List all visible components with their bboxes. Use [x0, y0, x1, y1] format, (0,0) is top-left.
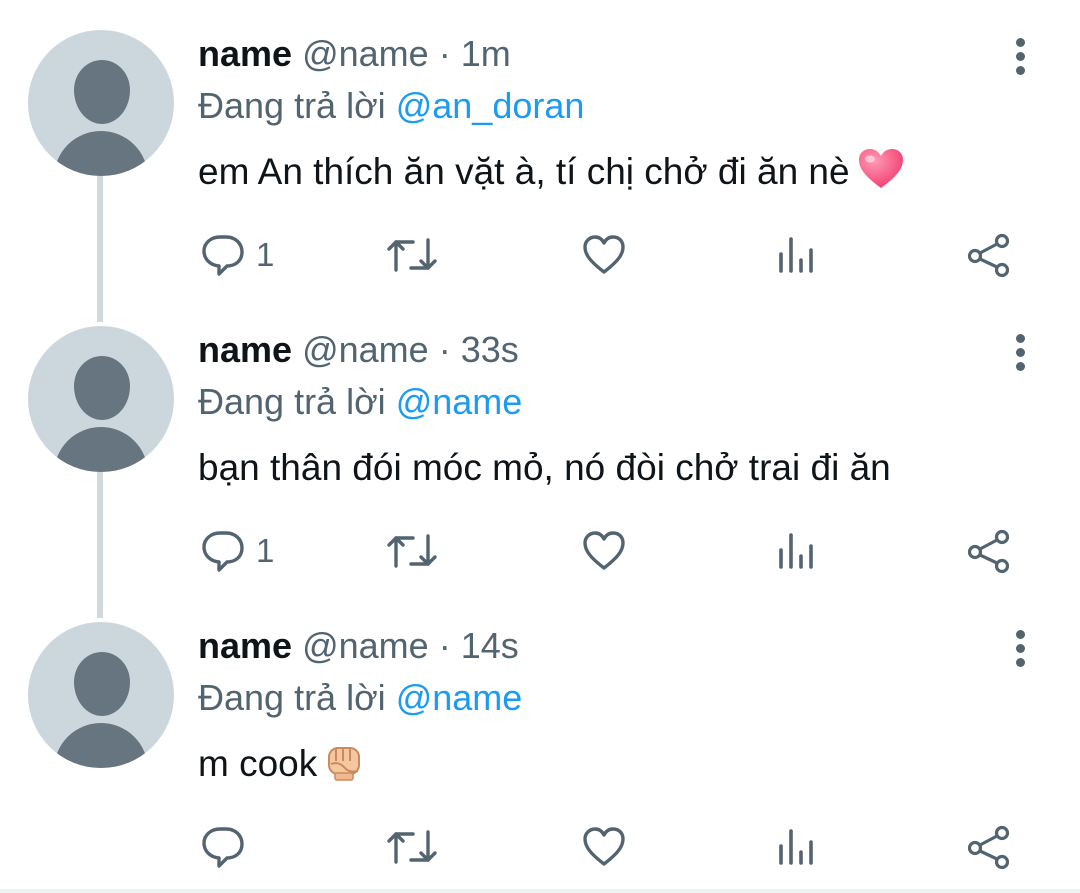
separator: ·	[438, 33, 451, 74]
replying-to: Đang trả lời @name	[198, 676, 522, 720]
replying-mention-link[interactable]: @an_doran	[396, 85, 585, 126]
heart-emoji-icon	[858, 148, 904, 204]
tweet-text: em An thích ăn vặt à, tí chị chở đi ăn n…	[198, 146, 904, 204]
separator: ·	[438, 625, 451, 666]
share-icon	[967, 825, 1010, 869]
reply-count: 1	[256, 532, 275, 569]
reply-button[interactable]	[200, 824, 256, 870]
tweet-actions: 1	[0, 522, 1080, 582]
share-button[interactable]	[966, 824, 1012, 870]
bar-chart-icon	[779, 829, 813, 865]
reply-bubble-icon	[202, 827, 244, 868]
replying-to: Đang trả lời @name	[198, 380, 522, 424]
tweet-actions	[0, 818, 1080, 878]
tweet-header: name @name · 1m	[198, 32, 511, 76]
user-handle[interactable]: @name	[302, 33, 429, 74]
replying-prefix: Đang trả lời	[198, 85, 386, 126]
display-name[interactable]: name	[198, 625, 292, 666]
avatar[interactable]	[28, 326, 174, 472]
avatar[interactable]	[28, 622, 174, 768]
retweet-icon	[387, 534, 437, 568]
like-button[interactable]	[582, 232, 626, 278]
like-button[interactable]	[582, 824, 626, 870]
tweet-text: m cook	[198, 738, 365, 796]
tweet[interactable]: name @name · 33s Đang trả lời @name bạn …	[0, 296, 1080, 592]
user-handle[interactable]: @name	[302, 625, 429, 666]
bottom-divider	[0, 889, 1080, 893]
replying-mention-link[interactable]: @name	[396, 381, 523, 422]
replying-prefix: Đang trả lời	[198, 381, 386, 422]
heart-outline-icon	[583, 531, 625, 570]
heart-outline-icon	[583, 827, 625, 866]
more-options-icon[interactable]	[1004, 36, 1038, 76]
tweet-actions: 1	[0, 226, 1080, 286]
reply-bubble-icon	[202, 531, 244, 572]
share-button[interactable]	[966, 232, 1012, 278]
bar-chart-icon	[779, 533, 813, 569]
view-stats-button[interactable]	[776, 824, 816, 870]
share-button[interactable]	[966, 528, 1012, 574]
bar-chart-icon	[779, 237, 813, 273]
like-button[interactable]	[582, 528, 626, 574]
replying-mention-link[interactable]: @name	[396, 677, 523, 718]
tweet-text-content: em An thích ăn vặt à, tí chị chở đi ăn n…	[198, 151, 850, 192]
heart-outline-icon	[583, 235, 625, 274]
more-options-icon[interactable]	[1004, 332, 1038, 372]
retweet-icon	[387, 830, 437, 864]
display-name[interactable]: name	[198, 329, 292, 370]
tweet-text-content: bạn thân đói móc mỏ, nó đòi chở trai đi …	[198, 447, 891, 488]
reply-button[interactable]: 1	[200, 528, 274, 574]
tweet[interactable]: name @name · 14s Đang trả lời @name m co…	[0, 592, 1080, 888]
view-stats-button[interactable]	[776, 232, 816, 278]
more-options-icon[interactable]	[1004, 628, 1038, 668]
replying-to: Đang trả lời @an_doran	[198, 84, 584, 128]
share-icon	[967, 529, 1010, 573]
tweet[interactable]: name @name · 1m Đang trả lời @an_doran e…	[0, 0, 1080, 296]
oncoming-fist-emoji-icon	[325, 744, 365, 796]
retweet-button[interactable]	[386, 232, 438, 278]
reply-count: 1	[256, 236, 275, 273]
retweet-icon	[387, 238, 437, 272]
timestamp[interactable]: 1m	[461, 33, 511, 74]
display-name[interactable]: name	[198, 33, 292, 74]
user-handle[interactable]: @name	[302, 329, 429, 370]
avatar[interactable]	[28, 30, 174, 176]
tweet-header: name @name · 14s	[198, 624, 519, 668]
timestamp[interactable]: 14s	[461, 625, 519, 666]
tweet-text-content: m cook	[198, 743, 318, 784]
retweet-button[interactable]	[386, 528, 438, 574]
view-stats-button[interactable]	[776, 528, 816, 574]
timestamp[interactable]: 33s	[461, 329, 519, 370]
separator: ·	[438, 329, 451, 370]
retweet-button[interactable]	[386, 824, 438, 870]
tweet-header: name @name · 33s	[198, 328, 519, 372]
share-icon	[967, 233, 1010, 277]
tweet-text: bạn thân đói móc mỏ, nó đòi chở trai đi …	[198, 442, 891, 494]
reply-button[interactable]: 1	[200, 232, 274, 278]
reply-bubble-icon	[202, 235, 244, 276]
replying-prefix: Đang trả lời	[198, 677, 386, 718]
